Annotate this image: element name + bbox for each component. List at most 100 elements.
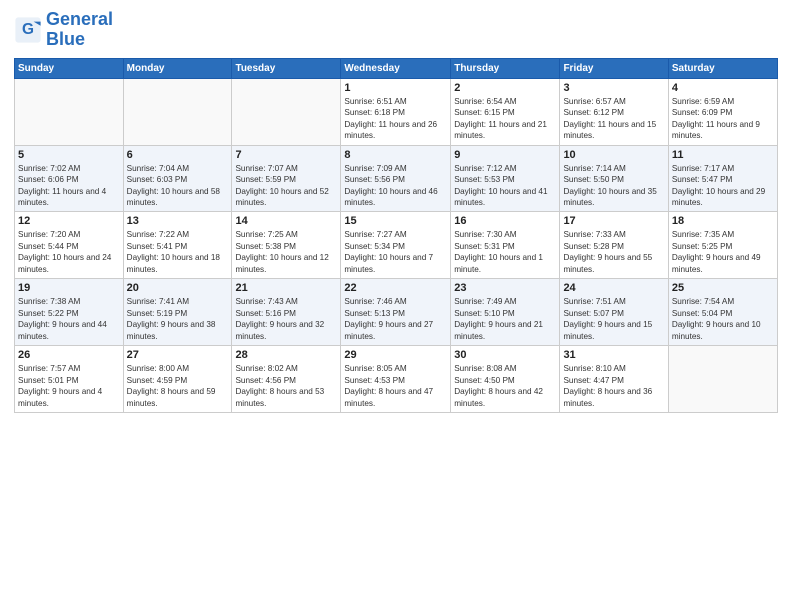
- day-number: 12: [18, 215, 120, 227]
- calendar-cell: 17 Sunrise: 7:33 AM Sunset: 5:28 PM Dayli…: [560, 212, 668, 279]
- weekday-header: Wednesday: [341, 58, 451, 78]
- calendar-cell: 29 Sunrise: 8:05 AM Sunset: 4:53 PM Dayli…: [341, 346, 451, 413]
- calendar-cell: 2Sunrise: 6:54 AM Sunset: 6:15 PM Daylig…: [451, 78, 560, 145]
- day-number: 20: [127, 282, 229, 294]
- day-info: Sunrise: 7:22 AM Sunset: 5:41 PM Dayligh…: [127, 229, 229, 275]
- calendar-cell: 26Sunrise: 7:57 AM Sunset: 5:01 PM Dayli…: [15, 346, 124, 413]
- day-info: Sunrise: 7:33 AM Sunset: 5:28 PM Dayligh…: [563, 229, 664, 275]
- day-number: 17: [563, 215, 664, 227]
- day-number: 4: [672, 82, 774, 94]
- day-number: 31: [563, 349, 664, 361]
- day-info: Sunrise: 7:43 AM Sunset: 5:16 PM Dayligh…: [235, 296, 337, 342]
- day-number: 15: [344, 215, 447, 227]
- calendar-cell: [232, 78, 341, 145]
- day-info: Sunrise: 7:41 AM Sunset: 5:19 PM Dayligh…: [127, 296, 229, 342]
- day-info: Sunrise: 7:54 AM Sunset: 5:04 PM Dayligh…: [672, 296, 774, 342]
- day-number: 3: [563, 82, 664, 94]
- day-info: Sunrise: 8:08 AM Sunset: 4:50 PM Dayligh…: [454, 363, 556, 409]
- header: G General Blue: [14, 10, 778, 50]
- day-number: 23: [454, 282, 556, 294]
- calendar-cell: [15, 78, 124, 145]
- calendar-cell: [668, 346, 777, 413]
- day-info: Sunrise: 6:51 AM Sunset: 6:18 PM Dayligh…: [344, 96, 447, 142]
- calendar-cell: 1 Sunrise: 6:51 AM Sunset: 6:18 PM Daylig…: [341, 78, 451, 145]
- day-info: Sunrise: 7:17 AM Sunset: 5:47 PM Dayligh…: [672, 163, 774, 209]
- calendar-cell: 19 Sunrise: 7:38 AM Sunset: 5:22 PM Dayli…: [15, 279, 124, 346]
- calendar-cell: 9 Sunrise: 7:12 AM Sunset: 5:53 PM Daylig…: [451, 145, 560, 212]
- page-container: G General Blue SundayMondayTuesdayWednes…: [0, 0, 792, 612]
- calendar-cell: 3 Sunrise: 6:57 AM Sunset: 6:12 PM Daylig…: [560, 78, 668, 145]
- day-info: Sunrise: 8:02 AM Sunset: 4:56 PM Dayligh…: [235, 363, 337, 409]
- calendar-cell: 15Sunrise: 7:27 AM Sunset: 5:34 PM Dayli…: [341, 212, 451, 279]
- day-number: 8: [344, 149, 447, 161]
- calendar-cell: 30 Sunrise: 8:08 AM Sunset: 4:50 PM Dayli…: [451, 346, 560, 413]
- calendar-week-row: 1 Sunrise: 6:51 AM Sunset: 6:18 PM Daylig…: [15, 78, 778, 145]
- day-number: 11: [672, 149, 774, 161]
- day-number: 24: [563, 282, 664, 294]
- weekday-header: Saturday: [668, 58, 777, 78]
- day-info: Sunrise: 7:14 AM Sunset: 5:50 PM Dayligh…: [563, 163, 664, 209]
- calendar-cell: 21 Sunrise: 7:43 AM Sunset: 5:16 PM Dayli…: [232, 279, 341, 346]
- day-number: 13: [127, 215, 229, 227]
- calendar-cell: 13 Sunrise: 7:22 AM Sunset: 5:41 PM Dayli…: [123, 212, 232, 279]
- day-info: Sunrise: 8:05 AM Sunset: 4:53 PM Dayligh…: [344, 363, 447, 409]
- calendar-week-row: 19 Sunrise: 7:38 AM Sunset: 5:22 PM Dayli…: [15, 279, 778, 346]
- day-info: Sunrise: 7:25 AM Sunset: 5:38 PM Dayligh…: [235, 229, 337, 275]
- day-number: 14: [235, 215, 337, 227]
- logo-icon: G: [14, 16, 42, 44]
- logo-text: General Blue: [46, 10, 113, 50]
- calendar-cell: 23 Sunrise: 7:49 AM Sunset: 5:10 PM Dayli…: [451, 279, 560, 346]
- day-number: 7: [235, 149, 337, 161]
- logo: G General Blue: [14, 10, 113, 50]
- day-info: Sunrise: 7:30 AM Sunset: 5:31 PM Dayligh…: [454, 229, 556, 275]
- day-number: 30: [454, 349, 556, 361]
- day-number: 27: [127, 349, 229, 361]
- day-info: Sunrise: 7:49 AM Sunset: 5:10 PM Dayligh…: [454, 296, 556, 342]
- calendar-cell: 11 Sunrise: 7:17 AM Sunset: 5:47 PM Dayli…: [668, 145, 777, 212]
- calendar-cell: 4Sunrise: 6:59 AM Sunset: 6:09 PM Daylig…: [668, 78, 777, 145]
- day-number: 19: [18, 282, 120, 294]
- calendar-cell: 14 Sunrise: 7:25 AM Sunset: 5:38 PM Dayli…: [232, 212, 341, 279]
- weekday-header: Tuesday: [232, 58, 341, 78]
- calendar-cell: 20 Sunrise: 7:41 AM Sunset: 5:19 PM Dayli…: [123, 279, 232, 346]
- day-info: Sunrise: 7:20 AM Sunset: 5:44 PM Dayligh…: [18, 229, 120, 275]
- weekday-header: Friday: [560, 58, 668, 78]
- calendar-cell: 5Sunrise: 7:02 AM Sunset: 6:06 PM Daylig…: [15, 145, 124, 212]
- calendar-week-row: 5Sunrise: 7:02 AM Sunset: 6:06 PM Daylig…: [15, 145, 778, 212]
- day-info: Sunrise: 7:46 AM Sunset: 5:13 PM Dayligh…: [344, 296, 447, 342]
- calendar-cell: 24 Sunrise: 7:51 AM Sunset: 5:07 PM Dayli…: [560, 279, 668, 346]
- day-number: 22: [344, 282, 447, 294]
- day-info: Sunrise: 7:38 AM Sunset: 5:22 PM Dayligh…: [18, 296, 120, 342]
- day-number: 25: [672, 282, 774, 294]
- day-info: Sunrise: 6:54 AM Sunset: 6:15 PM Dayligh…: [454, 96, 556, 142]
- day-number: 29: [344, 349, 447, 361]
- day-number: 21: [235, 282, 337, 294]
- day-info: Sunrise: 7:35 AM Sunset: 5:25 PM Dayligh…: [672, 229, 774, 275]
- day-info: Sunrise: 8:00 AM Sunset: 4:59 PM Dayligh…: [127, 363, 229, 409]
- calendar-cell: 31 Sunrise: 8:10 AM Sunset: 4:47 PM Dayli…: [560, 346, 668, 413]
- calendar-cell: 22 Sunrise: 7:46 AM Sunset: 5:13 PM Dayli…: [341, 279, 451, 346]
- day-info: Sunrise: 7:51 AM Sunset: 5:07 PM Dayligh…: [563, 296, 664, 342]
- svg-text:G: G: [22, 21, 34, 38]
- day-info: Sunrise: 8:10 AM Sunset: 4:47 PM Dayligh…: [563, 363, 664, 409]
- day-info: Sunrise: 6:57 AM Sunset: 6:12 PM Dayligh…: [563, 96, 664, 142]
- day-number: 9: [454, 149, 556, 161]
- day-number: 28: [235, 349, 337, 361]
- day-number: 1: [344, 82, 447, 94]
- day-number: 16: [454, 215, 556, 227]
- calendar-week-row: 26Sunrise: 7:57 AM Sunset: 5:01 PM Dayli…: [15, 346, 778, 413]
- calendar-cell: 27 Sunrise: 8:00 AM Sunset: 4:59 PM Dayli…: [123, 346, 232, 413]
- day-number: 26: [18, 349, 120, 361]
- weekday-header: Thursday: [451, 58, 560, 78]
- weekday-header: Sunday: [15, 58, 124, 78]
- day-number: 6: [127, 149, 229, 161]
- day-info: Sunrise: 7:09 AM Sunset: 5:56 PM Dayligh…: [344, 163, 447, 209]
- calendar-cell: 12 Sunrise: 7:20 AM Sunset: 5:44 PM Dayli…: [15, 212, 124, 279]
- day-number: 18: [672, 215, 774, 227]
- calendar-cell: [123, 78, 232, 145]
- calendar-cell: 7 Sunrise: 7:07 AM Sunset: 5:59 PM Daylig…: [232, 145, 341, 212]
- day-info: Sunrise: 7:12 AM Sunset: 5:53 PM Dayligh…: [454, 163, 556, 209]
- day-info: Sunrise: 7:07 AM Sunset: 5:59 PM Dayligh…: [235, 163, 337, 209]
- day-info: Sunrise: 7:04 AM Sunset: 6:03 PM Dayligh…: [127, 163, 229, 209]
- day-number: 5: [18, 149, 120, 161]
